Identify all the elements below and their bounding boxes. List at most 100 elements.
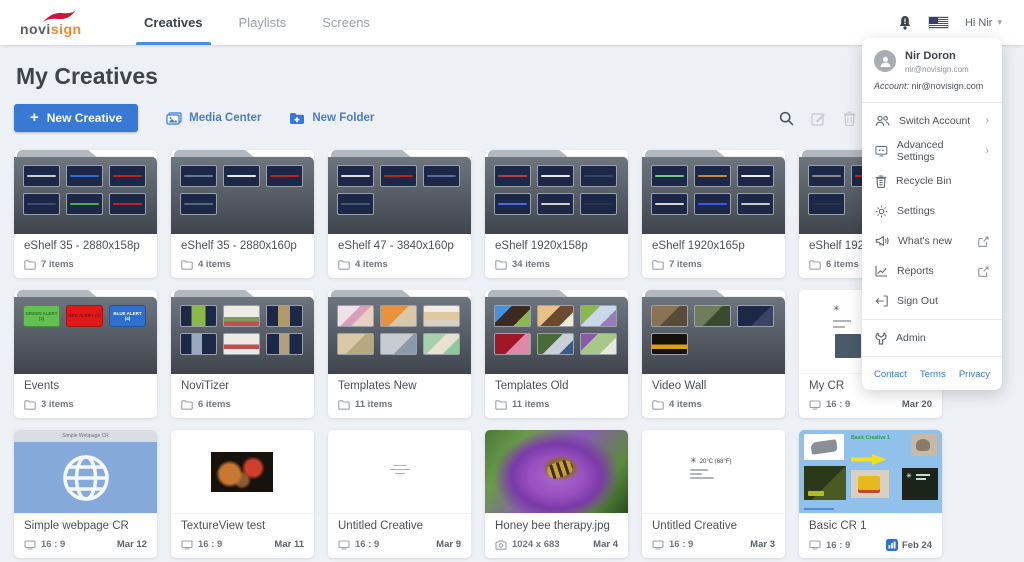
folder-card-templates-new[interactable]: Templates New 11 items: [328, 290, 471, 418]
menu-item-reports[interactable]: Reports: [862, 256, 1002, 286]
menu-item-switch-account[interactable]: Switch Account ›: [862, 106, 1002, 136]
folder-card-eshelf-35-2880x158p[interactable]: eShelf 35 - 2880x158p 7 items: [14, 150, 157, 278]
delete-icon[interactable]: [843, 111, 856, 126]
menu-item-recycle-bin[interactable]: Recycle Bin: [862, 166, 1002, 196]
search-icon[interactable]: [779, 111, 794, 126]
creative-date: Mar 12: [117, 539, 147, 550]
weather-widget: ✳20°C (68°F): [690, 456, 732, 481]
screen-ratio-icon: [24, 540, 36, 550]
folder-thumbnail: [737, 165, 774, 187]
creative-card-simple-webpage[interactable]: Simple Webpage CR Simple webpage CR 16 :…: [14, 430, 157, 558]
folder-card-video-wall[interactable]: Video Wall 4 items: [642, 290, 785, 418]
creative-card-honey-bee[interactable]: Honey bee therapy.jpg 1024 x 683 Mar 4: [485, 430, 628, 558]
blue-alert-thumbnail: BLUE ALERT (4): [109, 305, 146, 327]
external-link-icon: [978, 236, 989, 247]
edit-icon[interactable]: [811, 111, 826, 126]
privacy-link[interactable]: Privacy: [959, 369, 990, 380]
tab-screens[interactable]: Screens: [304, 0, 388, 45]
stats-badge-icon: [886, 539, 898, 551]
contact-link[interactable]: Contact: [874, 369, 907, 380]
folder-thumbnail: [494, 305, 531, 327]
menu-item-settings[interactable]: Settings: [862, 196, 1002, 226]
items-count: 34 items: [512, 259, 550, 270]
screen-ratio-icon: [809, 400, 821, 410]
items-count: 6 items: [826, 259, 859, 270]
items-count: 4 items: [669, 399, 702, 410]
account-line: Account: nir@novisign.com: [874, 81, 990, 91]
new-folder-button[interactable]: New Folder: [289, 112, 374, 125]
creative-card-untitled-2[interactable]: ✳20°C (68°F) Untitled Creative 16 : 9 Ma…: [642, 430, 785, 558]
aspect-ratio: 16 : 9: [355, 539, 379, 550]
folder-thumbnail: [580, 193, 617, 215]
folder-thumbnail: [580, 333, 617, 355]
creative-card-untitled-1[interactable]: Untitled Creative 16 : 9 Mar 9: [328, 430, 471, 558]
folder-thumbnail: [266, 305, 303, 327]
folder-card-templates-old[interactable]: Templates Old 11 items: [485, 290, 628, 418]
divider: [862, 102, 1002, 103]
creative-card-basic-cr-1[interactable]: Basic Creative 1 ✳: [799, 430, 942, 558]
creative-name: Untitled Creative: [338, 520, 461, 532]
external-link-icon: [978, 266, 989, 277]
creative-date: Mar 9: [436, 539, 461, 550]
creative-thumbnail: [171, 430, 314, 514]
creative-date: Mar 4: [593, 539, 618, 550]
folder-thumbnail: [651, 165, 688, 187]
new-creative-button[interactable]: + New Creative: [14, 104, 138, 132]
aspect-ratio: 16 : 9: [669, 539, 693, 550]
folder-icon: [181, 400, 193, 410]
notification-bell-icon[interactable]: [898, 15, 912, 31]
folder-card-eshelf-47-3840x160p[interactable]: eShelf 47 - 3840x160p 4 items: [328, 150, 471, 278]
folder-thumbnail: [694, 305, 731, 327]
folder-card-eshelf-1920x158p[interactable]: eShelf 1920x158p 34 items: [485, 150, 628, 278]
screen-ratio-icon: [181, 540, 193, 550]
menu-item-whats-new[interactable]: What's new: [862, 226, 1002, 256]
media-center-button[interactable]: Media Center: [166, 112, 261, 125]
folder-thumbnail: [380, 305, 417, 327]
folder-thumbnail: [223, 333, 260, 355]
folder-icon: [338, 260, 350, 270]
creative-card-textureview-test[interactable]: TextureView test 16 : 9 Mar 11: [171, 430, 314, 558]
divider: [862, 319, 1002, 320]
folder-name: Templates Old: [495, 380, 618, 392]
dropdown-footer-links: Contact Terms Privacy: [862, 360, 1002, 386]
creative-thumbnail: [328, 430, 471, 514]
folder-icon: [181, 260, 193, 270]
tab-creatives[interactable]: Creatives: [126, 0, 221, 45]
folder-thumbnail: [223, 165, 260, 187]
folder-thumbnail: [651, 305, 688, 327]
image-size: 1024 x 683: [512, 539, 560, 550]
folder-thumbnail: [423, 333, 460, 355]
terms-link[interactable]: Terms: [920, 369, 946, 380]
folder-card-eshelf-1920x165p[interactable]: eShelf 1920x165p 7 items: [642, 150, 785, 278]
folder-card-eshelf-35-2880x160p[interactable]: eShelf 35 - 2880x160p 4 items: [171, 150, 314, 278]
folder-thumbnail: [423, 305, 460, 327]
creative-thumbnail: ✳20°C (68°F): [642, 430, 785, 514]
user-greeting: Hi Nir: [965, 17, 993, 29]
tab-playlists[interactable]: Playlists: [221, 0, 305, 45]
plus-icon: +: [30, 113, 39, 123]
creative-name: Simple webpage CR: [24, 520, 147, 532]
folder-thumbnail: [537, 333, 574, 355]
novisign-logo[interactable]: novisign: [20, 11, 98, 34]
folder-name: NoviTizer: [181, 380, 304, 392]
divider: [862, 356, 1002, 357]
green-alert-thumbnail: GREEN ALERT (3): [23, 305, 60, 327]
creative-name: Untitled Creative: [652, 520, 775, 532]
folder-thumbnail: [380, 165, 417, 187]
sign-out-icon: [875, 295, 888, 307]
folder-icon: [652, 400, 664, 410]
folder-name: Video Wall: [652, 380, 775, 392]
folder-thumbnail: [66, 193, 103, 215]
folder-name: Events: [24, 380, 147, 392]
folder-thumbnail: [537, 305, 574, 327]
folder-thumbnail: [66, 165, 103, 187]
menu-item-advanced-settings[interactable]: Advanced Settings ›: [862, 136, 1002, 166]
folder-card-events[interactable]: GREEN ALERT (3) RED ALERT (2) BLUE ALERT…: [14, 290, 157, 418]
menu-item-sign-out[interactable]: Sign Out: [862, 286, 1002, 316]
user-menu-trigger[interactable]: Hi Nir ▾: [965, 17, 1002, 29]
folder-name: eShelf 35 - 2880x160p: [181, 240, 304, 252]
us-flag-icon[interactable]: [928, 16, 949, 29]
menu-item-admin[interactable]: Admin: [862, 323, 1002, 353]
folder-thumbnail: [494, 165, 531, 187]
folder-card-novitizer[interactable]: NoviTizer 6 items: [171, 290, 314, 418]
